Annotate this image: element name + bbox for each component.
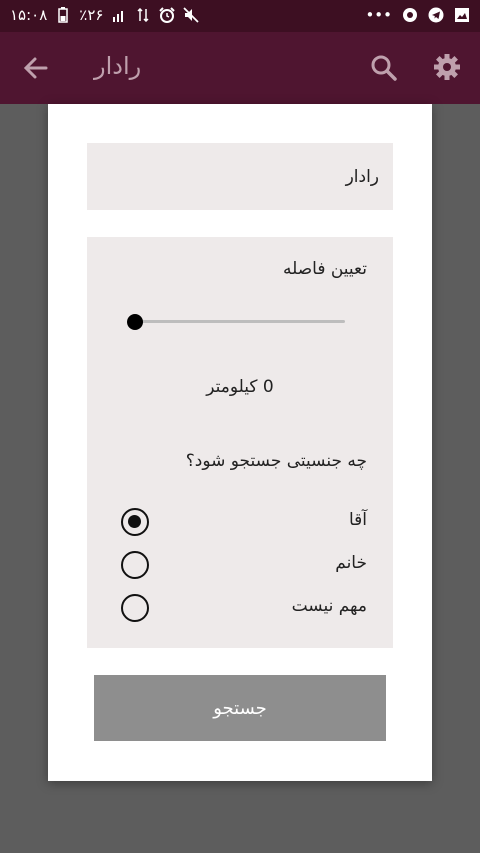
gender-question: چه جنسیتی جستجو شود؟ (185, 451, 367, 471)
battery-icon (55, 7, 71, 23)
more-dots-icon: ••• (365, 6, 392, 24)
gallery-icon (454, 7, 470, 23)
radio-button-male[interactable] (121, 508, 149, 536)
battery-percent: ٪۲۶ (79, 6, 104, 24)
radio-option-female[interactable]: خانم (87, 549, 393, 581)
radio-button-female[interactable] (121, 551, 149, 579)
radio-label-any[interactable]: مهم نیست (292, 596, 367, 616)
distance-value: 0 کیلومتر (206, 377, 274, 397)
clock: ۱۵:۰۸ (10, 6, 48, 24)
distance-slider[interactable] (127, 314, 345, 330)
filter-panel: تعیین فاصله 0 کیلومتر چه جنسیتی جستجو شو… (87, 237, 393, 648)
alarm-icon (159, 7, 176, 23)
telegram-icon (428, 7, 444, 23)
radio-button-any[interactable] (121, 594, 149, 622)
back-arrow-icon[interactable] (22, 54, 50, 82)
gear-icon[interactable] (432, 52, 462, 82)
name-field-container (87, 143, 393, 210)
mute-icon (183, 7, 200, 23)
data-icon (135, 7, 151, 23)
status-left: ۱۵:۰۸ ٪۲۶ (10, 6, 200, 24)
radio-label-female[interactable]: خانم (335, 553, 367, 573)
search-icon[interactable] (370, 54, 398, 82)
app-icon-1 (402, 7, 418, 23)
app-bar: رادار (0, 32, 480, 104)
status-right: ••• (365, 6, 470, 24)
radio-option-male[interactable]: آقا (87, 506, 393, 538)
radar-dialog: تعیین فاصله 0 کیلومتر چه جنسیتی جستجو شو… (48, 104, 432, 781)
radio-option-any[interactable]: مهم نیست (87, 592, 393, 624)
name-input[interactable] (87, 143, 393, 210)
signal-icon (111, 7, 127, 23)
slider-track[interactable] (135, 320, 345, 323)
search-button[interactable]: جستجو (94, 675, 386, 741)
radio-label-male[interactable]: آقا (349, 510, 367, 530)
status-bar: ۱۵:۰۸ ٪۲۶ ••• (0, 0, 480, 32)
app-title: رادار (94, 52, 142, 80)
distance-label: تعیین فاصله (282, 259, 367, 279)
slider-thumb[interactable] (127, 314, 143, 330)
